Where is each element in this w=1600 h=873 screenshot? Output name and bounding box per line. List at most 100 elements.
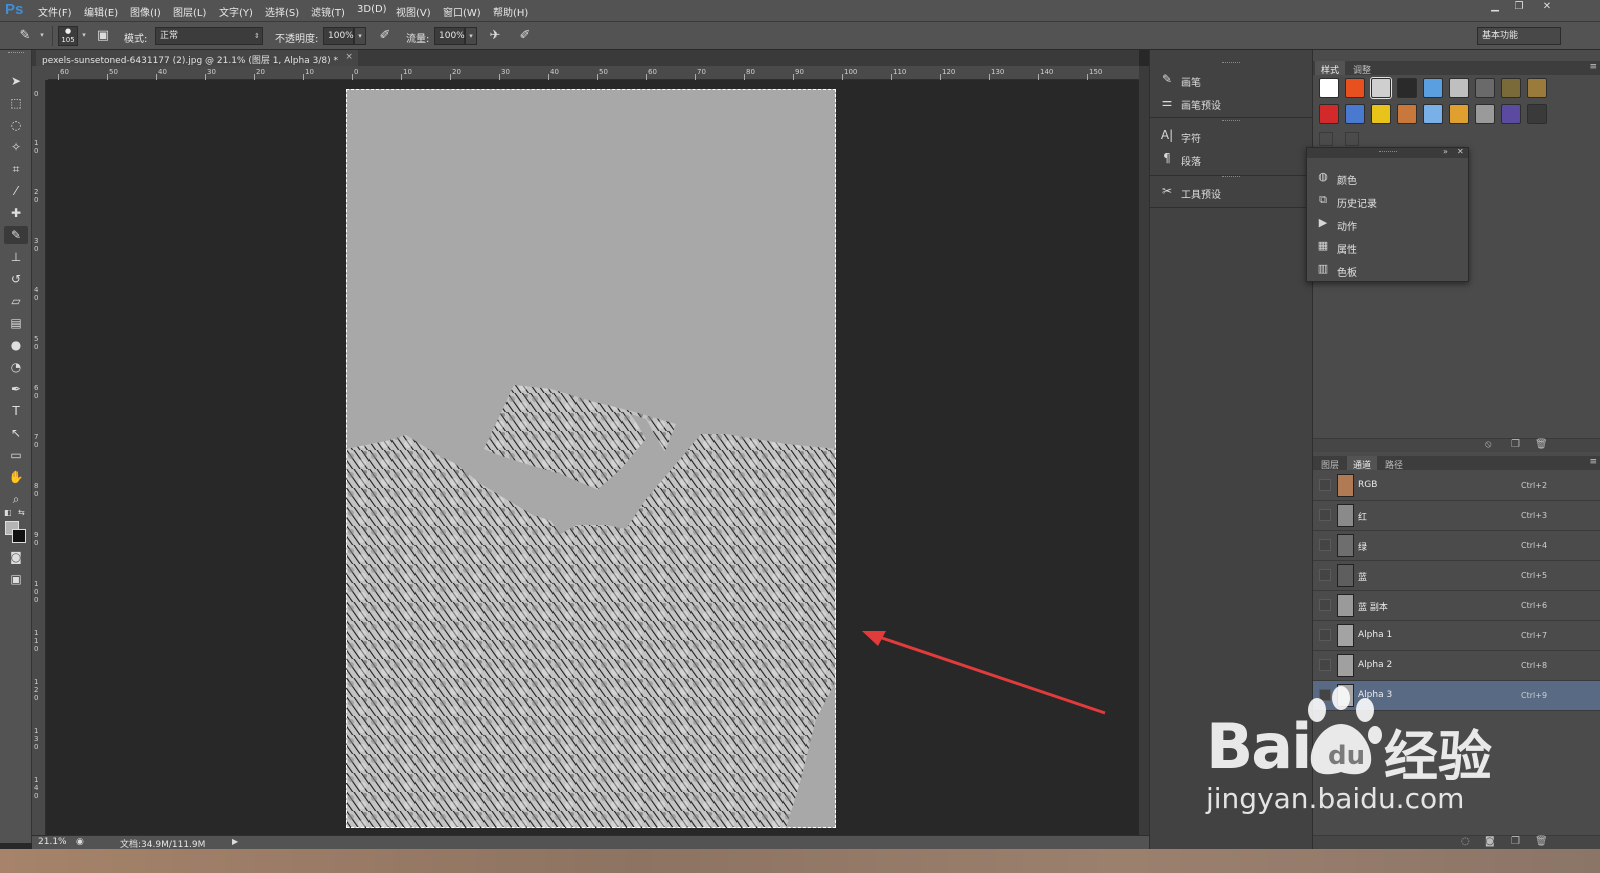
pressure-size-icon[interactable]: ✐ [516, 28, 534, 44]
menu-window[interactable]: 窗口(W) [443, 4, 481, 19]
menu-filter[interactable]: 滤镜(T) [311, 4, 345, 19]
crop-tool-icon[interactable]: ⌗ [4, 160, 28, 178]
panel-item-swatches[interactable]: ▥ 色板 [1307, 258, 1468, 281]
background-color-swatch[interactable] [12, 529, 26, 543]
menu-image[interactable]: 图像(I) [130, 4, 161, 19]
document-tab[interactable]: pexels-sunsetoned-6431177 (2).jpg @ 21.1… [36, 50, 358, 66]
screen-mode-icon[interactable]: ▣ [4, 570, 28, 588]
brush-tool-preset-icon[interactable]: ✎ [16, 28, 34, 44]
mode-select[interactable]: 正常 [155, 27, 263, 45]
visibility-eye-icon[interactable] [1319, 539, 1331, 551]
style-swatch[interactable] [1345, 104, 1365, 124]
channel-row[interactable]: 蓝 Ctrl+5 [1313, 561, 1600, 591]
brush-size-picker[interactable]: ● 105 [58, 26, 78, 46]
style-swatch[interactable] [1319, 104, 1339, 124]
channel-row[interactable]: Alpha 2 Ctrl+8 [1313, 651, 1600, 681]
style-swatch[interactable] [1397, 104, 1417, 124]
panel-item-properties[interactable]: ▦ 属性 [1307, 235, 1468, 258]
pen-tool-icon[interactable]: ✒ [4, 380, 28, 398]
tab-channels[interactable]: 通道 [1347, 456, 1378, 471]
panel-item-actions[interactable]: ▶ 动作 [1307, 212, 1468, 235]
quick-selection-tool-icon[interactable]: ✧ [4, 138, 28, 156]
style-swatch-empty[interactable] [1319, 132, 1333, 146]
style-swatch[interactable] [1371, 104, 1391, 124]
menu-3d[interactable]: 3D(D) [357, 4, 387, 15]
dock-item-paragraph[interactable]: ¶ 段落 [1150, 148, 1313, 170]
eyedropper-tool-icon[interactable]: ⁄ [4, 182, 28, 200]
dock-item-brush[interactable]: ✎ 画笔 [1150, 69, 1313, 91]
path-selection-tool-icon[interactable]: ↖ [4, 424, 28, 442]
blur-tool-icon[interactable]: ● [4, 336, 28, 354]
panel-grip[interactable] [1222, 176, 1240, 179]
style-swatch[interactable] [1475, 78, 1495, 98]
clone-stamp-tool-icon[interactable]: ⊥ [4, 248, 28, 266]
style-swatch[interactable] [1370, 77, 1392, 99]
status-info-icon[interactable]: ◉ [76, 837, 84, 847]
dock-item-character[interactable]: A| 字符 [1150, 125, 1313, 147]
save-selection-icon[interactable]: ◙ [1485, 836, 1495, 847]
channel-row[interactable]: 绿 Ctrl+4 [1313, 531, 1600, 561]
style-swatch[interactable] [1345, 78, 1365, 98]
dock-item-tool-preset[interactable]: ✂ 工具预设 [1150, 181, 1313, 203]
visibility-eye-icon[interactable] [1319, 599, 1331, 611]
style-swatch[interactable] [1527, 104, 1547, 124]
panel-grip[interactable] [1222, 62, 1240, 65]
tab-styles[interactable]: 样式 [1315, 61, 1346, 76]
pressure-opacity-icon[interactable]: ✐ [376, 28, 394, 44]
vertical-ruler[interactable]: 0 10 20 30 40 50 60 70 80 90 100 110 120 130 140 [32, 80, 46, 835]
zoom-level-input[interactable]: 21.1% [38, 837, 67, 847]
swap-colors-icon[interactable]: ⇆ [18, 508, 25, 517]
horizontal-ruler[interactable]: 60 50 40 30 20 10 0 10 20 30 40 50 60 70 80 90 100 110 120… [48, 66, 1139, 80]
airbrush-icon[interactable]: ✈ [486, 28, 504, 44]
style-swatch[interactable] [1475, 104, 1495, 124]
panel-grip[interactable] [1222, 120, 1240, 123]
menu-edit[interactable]: 编辑(E) [84, 4, 118, 19]
move-tool-icon[interactable]: ➤ [4, 72, 28, 90]
panel-grip[interactable] [8, 52, 24, 55]
gradient-tool-icon[interactable]: ▤ [4, 314, 28, 332]
load-selection-icon[interactable]: ◌ [1461, 836, 1470, 847]
chevron-down-icon[interactable]: ▾ [36, 27, 48, 45]
style-swatch[interactable] [1319, 78, 1339, 98]
style-swatch[interactable] [1423, 104, 1443, 124]
style-swatch[interactable] [1527, 78, 1547, 98]
eraser-tool-icon[interactable]: ▱ [4, 292, 28, 310]
opacity-input[interactable]: 100% [323, 27, 354, 45]
menu-file[interactable]: 文件(F) [38, 4, 72, 19]
menu-help[interactable]: 帮助(H) [493, 4, 528, 19]
new-channel-icon[interactable]: ❐ [1511, 836, 1520, 847]
status-menu-arrow-icon[interactable]: ▶ [232, 837, 238, 846]
visibility-eye-icon[interactable] [1319, 569, 1331, 581]
rectangle-tool-icon[interactable]: ▭ [4, 446, 28, 464]
expand-panels-icon[interactable]: » [1443, 147, 1448, 156]
channel-row[interactable]: Alpha 1 Ctrl+7 [1313, 621, 1600, 651]
ruler-origin[interactable] [32, 66, 48, 80]
trash-icon[interactable]: 🗑 [1535, 836, 1548, 847]
document-canvas[interactable] [346, 89, 836, 828]
tab-layers[interactable]: 图层 [1315, 456, 1345, 471]
dock-item-brush-preset[interactable]: ⚌ 画笔预设 [1150, 92, 1313, 114]
channel-row[interactable]: 红 Ctrl+3 [1313, 501, 1600, 531]
minimize-icon[interactable]: ▁ [1484, 0, 1506, 14]
chevron-down-icon[interactable]: ▾ [354, 27, 366, 45]
menu-layer[interactable]: 图层(L) [173, 4, 206, 19]
close-icon[interactable]: ✕ [1457, 147, 1464, 156]
lasso-tool-icon[interactable]: ◌ [4, 116, 28, 134]
restore-icon[interactable]: ❐ [1508, 0, 1530, 14]
tab-paths[interactable]: 路径 [1379, 456, 1409, 471]
menu-type[interactable]: 文字(Y) [219, 4, 253, 19]
floating-panel-header[interactable]: » ✕ [1307, 147, 1468, 158]
panel-item-history[interactable]: ⧉ 历史记录 [1307, 189, 1468, 212]
trash-icon[interactable]: 🗑 [1535, 439, 1548, 450]
chevron-down-icon[interactable]: ▾ [465, 27, 477, 45]
close-icon[interactable]: ✕ [1536, 0, 1558, 14]
style-swatch[interactable] [1449, 104, 1469, 124]
channel-row[interactable]: RGB Ctrl+2 [1313, 471, 1600, 501]
visibility-eye-icon[interactable] [1319, 629, 1331, 641]
chevron-down-icon[interactable]: ▾ [78, 27, 90, 45]
style-swatch[interactable] [1501, 104, 1521, 124]
vertical-scrollbar[interactable] [1139, 66, 1149, 835]
style-swatch-empty[interactable] [1345, 132, 1359, 146]
channel-row[interactable]: 蓝 副本 Ctrl+6 [1313, 591, 1600, 621]
brush-tool-icon[interactable]: ✎ [4, 226, 28, 244]
